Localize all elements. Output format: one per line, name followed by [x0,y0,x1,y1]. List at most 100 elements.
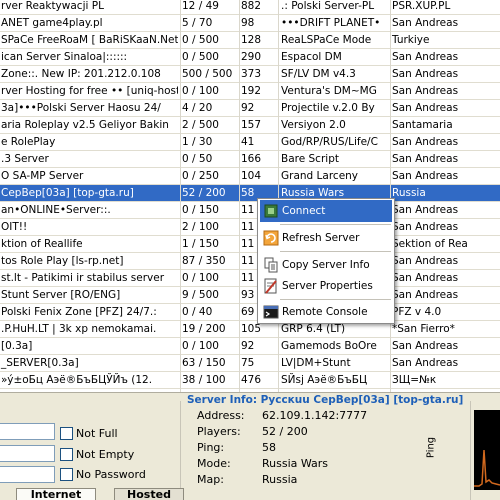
server-players-cell: 0 / 100 [182,85,219,97]
server-row[interactable]: OIT!! 2 / 100 11 San Andreas [0,219,500,236]
server-ping-cell: 92 [241,340,255,352]
server-info-title: Server Info: Русскuu СерВер[03a] [top-gt… [187,394,464,406]
server-mode-cell: •••DRIFT PLANET• [281,17,381,29]
server-row[interactable]: _SERVER[0.3a] 63 / 150 75 LV|DM+Stunt San An… [0,355,500,372]
menu-item-label: Copy Server Info [282,259,370,271]
server-row[interactable]: .P.HuH.LT | 3k xp nemokamai. 19 / 200 105 G… [0,321,500,338]
not-full-label: Not Full [76,427,118,440]
server-map-cell: PFZ v 4.0 [392,306,442,318]
server-map-cell: San Andreas [392,102,459,114]
server-host-cell: Zone::. New IP: 201.212.0.108 [1,68,161,80]
server-ping-cell: 41 [241,136,255,148]
server-row[interactable]: ktion of Reallife 1 / 150 11 Sektion of Rea [0,236,500,253]
menu-separator [280,224,391,225]
server-row[interactable]: rver Hosting for free •• [uniq-host 0 / 1… [0,83,500,100]
server-map-cell: PSR.XUP.PL [392,0,451,12]
ping-value: 58 [262,441,276,454]
server-host-cell: an•ONLINE•Server::. [1,204,111,216]
server-players-cell: 63 / 150 [182,357,226,369]
server-mode-cell: Ventura's DM~MG [281,85,377,97]
server-mode-cell: LV|DM+Stunt [281,357,351,369]
server-ping-cell: 98 [241,17,255,29]
players-label: Players: [197,425,241,438]
no-password-checkbox[interactable] [60,468,73,481]
server-row[interactable]: »ý±оБц Аэё®БъБЦЎЙъ (12. 38 / 100 476 SЙsj А… [0,372,500,389]
server-row[interactable]: tos Role Play [ls-rp.net] 87 / 350 11 San A… [0,253,500,270]
server-players-cell: 9 / 500 [182,289,219,301]
server-host-cell: aria Roleplay v2.5 Geliyor Bakin [1,119,169,131]
refresh-icon [263,230,279,246]
server-row[interactable]: rver Reaktywacji PL 12 / 49 882 .: Polski S… [0,0,500,15]
server-host-cell: tos Role Play [ls-rp.net] [1,255,124,267]
server-host-cell: O SA-MP Server [1,170,84,182]
server-row[interactable]: ican Server Sinaloa|:::::: 0 / 500 290 Espa… [0,49,500,66]
server-host-cell: rver Hosting for free •• [uniq-host [1,85,178,97]
server-host-cell: ican Server Sinaloa|:::::: [1,51,128,63]
server-row[interactable]: SPaCe FreeRoaM [ BaRiSKaaN.Net 0 / 500 128… [0,32,500,49]
copy-icon [264,257,278,273]
server-host-cell: СерВер[03a] [top-gta.ru] [1,187,134,199]
server-map-cell: San Andreas [392,340,459,352]
server-row[interactable]: Zone::. New IP: 201.212.0.108 500 / 500 37… [0,66,500,83]
players-value: 52 / 200 [262,425,308,438]
server-players-cell: 0 / 40 [182,306,213,318]
server-host-cell: Stunt Server [RO/ENG] [1,289,121,301]
server-ping-cell: 882 [241,0,262,12]
server-row[interactable]: e RolePlay 1 / 30 41 God/RP/RUS/Life/C San A… [0,134,500,151]
server-map-cell: San Andreas [392,357,459,369]
server-players-cell: 0 / 100 [182,340,219,352]
server-host-cell: st.lt - Patikimi ir stabilus server [1,272,165,284]
ping-graph-label-text: Ping [425,436,437,459]
server-ping-cell: 476 [241,374,262,386]
server-row[interactable]: [0.3a] 0 / 100 92 Gamemods BoOre San Andreas [0,338,500,355]
menu-item-label: Refresh Server [282,232,360,244]
filter-input-map[interactable] [0,445,55,462]
server-row-selected[interactable]: СерВер[03a] [top-gta.ru] 52 / 200 58 Russia… [0,185,500,202]
server-players-cell: 0 / 150 [182,204,219,216]
filter-input-mode[interactable] [0,423,55,440]
server-row[interactable]: aria Roleplay v2.5 Geliyor Bakin 2 / 500 1… [0,117,500,134]
server-list[interactable]: rver Reaktywacji PL 12 / 49 882 .: Polski S… [0,0,500,392]
server-row[interactable]: st.lt - Patikimi ir stabilus server 0 / 1… [0,270,500,287]
server-host-cell: OIT!! [1,221,28,233]
server-mode-cell: Grand Larceny [281,170,359,182]
tab-hosted[interactable]: Hosted [114,488,184,500]
not-empty-checkbox[interactable] [60,448,73,461]
not-empty-label: Not Empty [76,448,135,461]
tab-internet[interactable]: Internet [16,488,96,500]
menu-item-label: Server Properties [282,280,373,292]
server-row[interactable]: Stunt Server [RO/ENG] 9 / 500 93 San Andrea… [0,287,500,304]
server-host-cell: SPaCe FreeRoaM [ BaRiSKaaN.Net [1,34,178,46]
server-map-cell: San Andreas [392,17,459,29]
server-map-cell: San Andreas [392,289,459,301]
console-icon [263,305,279,319]
server-ping-cell: 166 [241,153,262,165]
menu-item-remote-console[interactable]: Remote Console [260,301,392,323]
server-host-cell: _SERVER[0.3a] [1,357,79,369]
server-row[interactable]: .3 Server 0 / 50 166 Bare Script San Andreas [0,151,500,168]
server-host-cell: [0.3a] [1,340,33,352]
server-row[interactable]: Polski Fenix Zone [PFZ] 24/7.: 0 / 40 69 PF… [0,304,500,321]
map-label: Map: [197,473,224,486]
server-host-cell: Polski Fenix Zone [PFZ] 24/7.: [1,306,157,318]
server-players-cell: 4 / 20 [182,102,213,114]
server-row[interactable]: ANET game4play.pl 5 / 70 98 •••DRIFT PLANET… [0,15,500,32]
not-full-checkbox[interactable] [60,427,73,440]
server-players-cell: 87 / 350 [182,255,226,267]
server-map-cell: San Andreas [392,272,459,284]
server-map-cell: Sektion of Rea [392,238,468,250]
filter-input-host[interactable] [0,466,55,483]
server-row[interactable]: 3a]•••Polski Server Haosu 24/4 / 20 92 Pro… [0,100,500,117]
server-row[interactable]: an•ONLINE•Server::. 0 / 150 11 San Andreas [0,202,500,219]
server-host-cell: rver Reaktywacji PL [1,0,104,12]
column-gridline [180,0,181,392]
menu-item-copy-server-info[interactable]: Copy Server Info [260,254,392,276]
menu-item-label: Connect [282,205,326,217]
menu-item-refresh-server[interactable]: Refresh Server [260,227,392,249]
menu-item-connect[interactable]: Connect [260,200,392,222]
menu-item-server-properties[interactable]: Server Properties [260,275,392,297]
server-row[interactable]: O SA-MP Server 0 / 250 104 Grand Larceny San… [0,168,500,185]
server-players-cell: 0 / 500 [182,51,219,63]
ping-graph [474,410,500,490]
server-ping-cell: 192 [241,85,262,97]
